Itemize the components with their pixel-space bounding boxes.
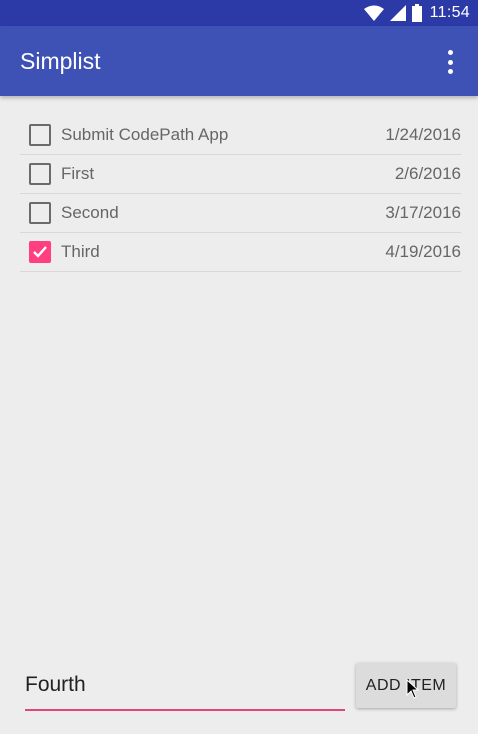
list-item[interactable]: Second 3/17/2016: [20, 194, 461, 233]
new-item-input[interactable]: [25, 664, 345, 706]
list-item-label: First: [61, 164, 95, 183]
status-bar: 11:54: [0, 0, 478, 26]
checkbox[interactable]: [29, 124, 51, 146]
status-time: 11:54: [429, 4, 470, 21]
list-item-label: Third: [61, 242, 100, 261]
app-title: Simplist: [20, 48, 101, 74]
check-icon: [33, 246, 47, 258]
list-item[interactable]: Third 4/19/2016: [20, 233, 461, 272]
checkbox[interactable]: [29, 202, 51, 224]
more-vert-icon[interactable]: [440, 50, 460, 74]
app-bar: Simplist: [0, 26, 478, 96]
todo-list: Submit CodePath App 1/24/2016 First 2/6/201…: [20, 116, 461, 272]
list-item-date: 4/19/2016: [385, 242, 461, 261]
list-item-date: 2/6/2016: [394, 164, 461, 183]
list-item-label: Second: [61, 203, 119, 222]
checkbox[interactable]: [29, 163, 51, 185]
new-item-field-wrapper: [25, 664, 345, 711]
checkbox-checked[interactable]: [29, 241, 51, 263]
battery-icon: [411, 4, 422, 22]
list-item-date: 1/24/2016: [385, 125, 461, 144]
wifi-icon: [363, 5, 384, 21]
list-item-label: Submit CodePath App: [61, 125, 229, 144]
cellular-signal-icon: [389, 5, 406, 21]
list-item[interactable]: Submit CodePath App 1/24/2016: [20, 116, 461, 155]
mouse-pointer-icon: [406, 678, 420, 704]
list-item[interactable]: First 2/6/2016: [20, 155, 461, 194]
list-item-date: 3/17/2016: [385, 203, 461, 222]
